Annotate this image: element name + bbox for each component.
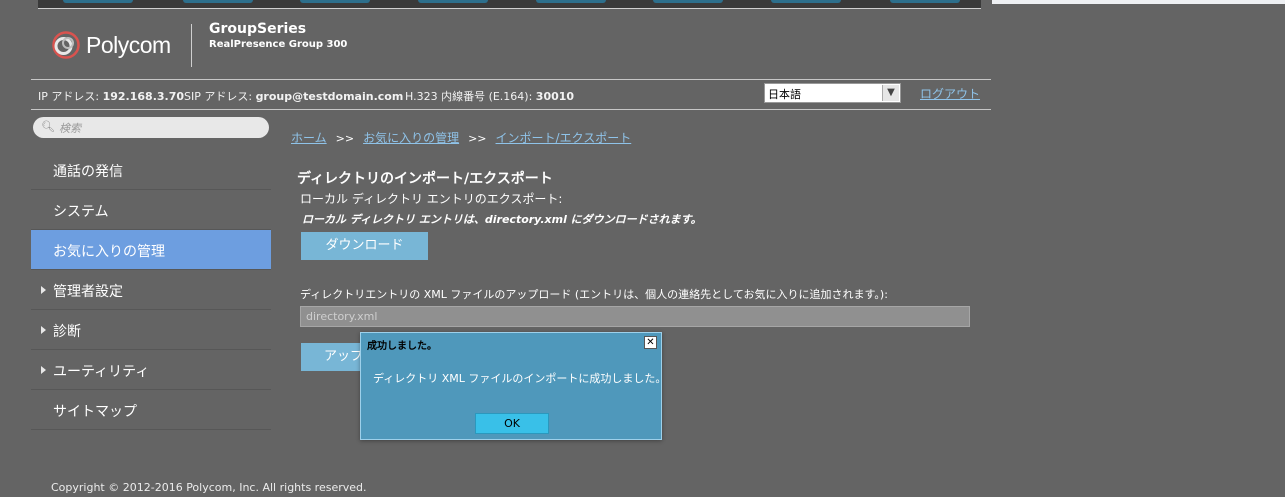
logout-link[interactable]: ログアウト [920, 85, 980, 102]
success-dialog: 成功しました。 ✕ ディレクトリ XML ファイルのインポートに成功しました。 … [360, 332, 666, 440]
page-edge [992, 0, 1285, 4]
h323-label: H.323 内線番号 (E.164): [405, 90, 533, 103]
breadcrumb-home[interactable]: ホーム [291, 131, 327, 145]
language-value: 日本語 [768, 88, 801, 101]
header-divider [191, 24, 192, 67]
sip-value: group@testdomain.com [255, 90, 404, 103]
search-icon: 🔍︎ [41, 120, 55, 133]
product-model: RealPresence Group 300 [209, 39, 348, 50]
sidebar-item-manage-favorites[interactable]: お気に入りの管理 [31, 230, 271, 270]
top-nav-tab[interactable] [653, 0, 723, 3]
sidebar-item-diagnostics[interactable]: 診断 [31, 310, 271, 350]
ip-label: IP アドレス: [38, 90, 100, 103]
top-nav-tab[interactable] [890, 0, 960, 3]
system-info-bar: IP アドレス: 192.168.3.70 SIP アドレス: group@te… [31, 79, 991, 110]
product-name: GroupSeries [209, 21, 307, 37]
caret-right-icon [41, 286, 46, 294]
top-nav-strip [38, 0, 981, 9]
top-nav-tab[interactable] [771, 0, 841, 3]
polycom-logo: Polycom [52, 30, 171, 60]
sidebar-item-label: システム [53, 204, 109, 220]
file-input-value: directory.xml [306, 310, 378, 323]
search-input[interactable]: 🔍︎ 検索 [33, 117, 269, 138]
top-nav-tab[interactable] [536, 0, 606, 3]
ip-value: 192.168.3.70 [102, 90, 185, 103]
language-select[interactable]: 日本語 ▼ [764, 83, 901, 103]
dialog-title: 成功しました。 [367, 341, 437, 352]
top-nav-tab[interactable] [300, 0, 370, 3]
top-nav-tab[interactable] [63, 0, 133, 3]
page-title: ディレクトリのインポート/エクスポート [297, 171, 553, 187]
sidebar-item-label: ユーティリティ [53, 364, 150, 380]
ip-address-info: IP アドレス: 192.168.3.70 [38, 88, 184, 104]
sip-address-info: SIP アドレス: group@testdomain.com [184, 88, 403, 104]
sidebar-item-label: 通話の発信 [53, 164, 123, 180]
breadcrumb: ホーム >> お気に入りの管理 >> インポート/エクスポート [291, 129, 631, 146]
sidebar-item-label: 診断 [53, 324, 81, 340]
file-input[interactable]: directory.xml [300, 306, 970, 327]
breadcrumb-separator: >> [335, 132, 355, 145]
sidebar-item-admin-settings[interactable]: 管理者設定 [31, 270, 271, 310]
polycom-logo-icon [52, 31, 80, 59]
search-placeholder: 検索 [59, 122, 81, 135]
dialog-message: ディレクトリ XML ファイルのインポートに成功しました。 [373, 372, 667, 385]
h323-info: H.323 内線番号 (E.164): 30010 [405, 88, 574, 104]
copyright: Copyright © 2012-2016 Polycom, Inc. All … [51, 481, 367, 494]
sidebar-item-place-call[interactable]: 通話の発信 [31, 150, 271, 190]
chevron-down-icon[interactable]: ▼ [882, 85, 899, 101]
ok-button[interactable]: OK [475, 413, 549, 434]
top-nav-tab[interactable] [183, 0, 253, 3]
export-label: ローカル ディレクトリ エントリのエクスポート: [300, 192, 563, 206]
sidebar-nav: 通話の発信 システム お気に入りの管理 管理者設定 診断 ユーティリティ サイト… [31, 150, 271, 430]
sidebar-item-sitemap[interactable]: サイトマップ [31, 390, 271, 430]
sidebar-item-label: 管理者設定 [53, 284, 123, 300]
breadcrumb-favorites[interactable]: お気に入りの管理 [363, 131, 459, 145]
caret-right-icon [41, 326, 46, 334]
product-info: GroupSeries RealPresence Group 300 [209, 21, 347, 50]
upload-label: ディレクトリエントリの XML ファイルのアップロード (エントリは、個人の連絡… [300, 288, 888, 301]
caret-right-icon [41, 366, 46, 374]
sidebar-item-utilities[interactable]: ユーティリティ [31, 350, 271, 390]
export-note: ローカル ディレクトリ エントリは、directory.xml にダウンロードさ… [302, 213, 702, 226]
sip-label: SIP アドレス: [184, 90, 253, 103]
sidebar-item-label: サイトマップ [53, 404, 137, 420]
sidebar-item-label: お気に入りの管理 [53, 244, 165, 260]
breadcrumb-separator: >> [468, 132, 487, 145]
h323-value: 30010 [535, 90, 575, 103]
breadcrumb-current[interactable]: インポート/エクスポート [496, 131, 632, 145]
download-button[interactable]: ダウンロード [301, 232, 428, 260]
top-nav-tab[interactable] [418, 0, 488, 3]
sidebar-item-system[interactable]: システム [31, 190, 271, 230]
logo-text: Polycom [86, 31, 171, 58]
close-icon[interactable]: ✕ [644, 336, 657, 349]
